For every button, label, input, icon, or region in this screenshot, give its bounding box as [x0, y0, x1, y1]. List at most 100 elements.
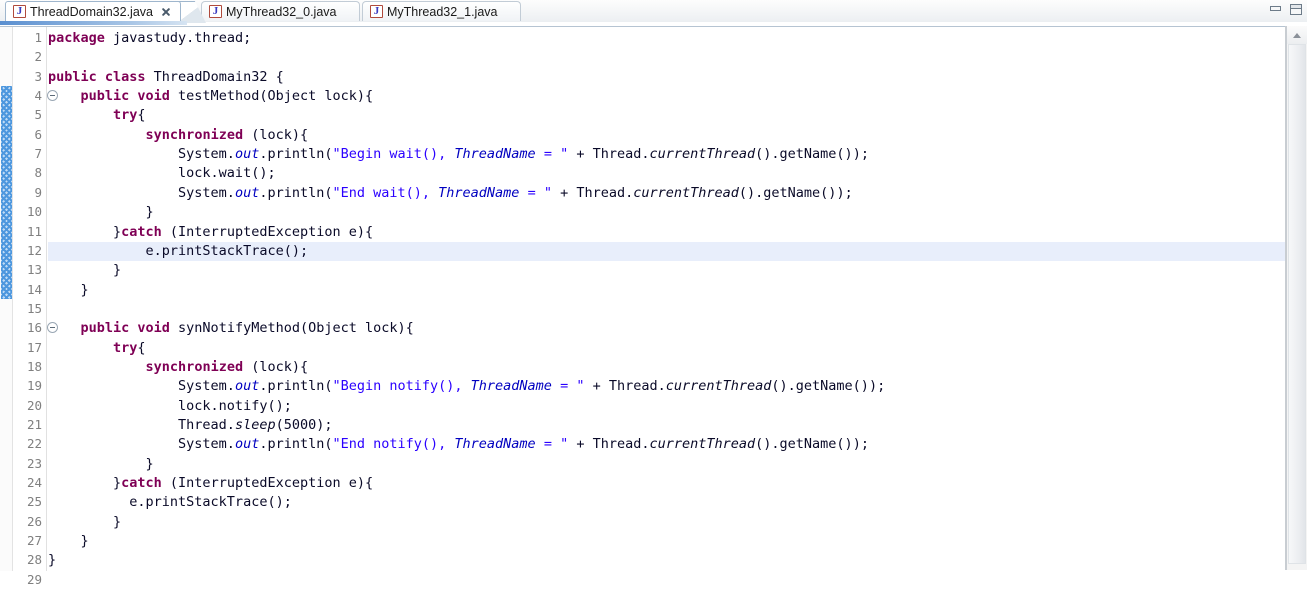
code-token: (InterruptedException e){ — [161, 223, 374, 240]
line-number: 4 — [34, 88, 42, 104]
scroll-up-arrow-icon[interactable] — [1287, 26, 1307, 44]
code-token: public void — [80, 320, 170, 337]
code-line[interactable]: } — [48, 532, 89, 551]
code-line[interactable]: lock.wait(); — [48, 164, 276, 183]
code-token: e.printStackTrace(); — [48, 242, 309, 259]
close-icon[interactable] — [160, 6, 172, 18]
code-line[interactable]: } — [48, 551, 56, 570]
code-text-area[interactable]: package javastudy.thread; public class Th… — [48, 27, 1285, 571]
code-token: "End notify(), — [332, 436, 455, 453]
code-line[interactable]: e.printStackTrace(); — [48, 242, 309, 261]
code-line[interactable]: public class ThreadDomain32 { — [48, 68, 284, 87]
line-number: 19 — [26, 378, 42, 394]
code-token: synchronized — [145, 126, 244, 143]
code-line[interactable]: } — [48, 261, 121, 280]
line-number: 21 — [26, 417, 42, 432]
code-token: } — [48, 455, 154, 472]
code-token: ThreadName — [454, 146, 536, 163]
code-line[interactable]: synchronized (lock){ — [48, 126, 309, 145]
editor-tab-0[interactable]: ThreadDomain32.java — [5, 1, 181, 21]
scrollbar-track[interactable] — [1287, 44, 1307, 570]
code-token: try — [113, 339, 138, 356]
code-line[interactable]: package javastudy.thread; — [48, 29, 251, 48]
code-token: catch — [121, 475, 162, 492]
code-token: Thread. — [48, 417, 235, 433]
code-line[interactable]: public void testMethod(Object lock){ — [48, 87, 374, 106]
code-token: out — [234, 378, 260, 395]
line-number: 28 — [26, 552, 42, 568]
code-token: "Begin wait(), — [332, 146, 455, 163]
code-token: ().getName()); — [771, 378, 886, 395]
code-line[interactable]: System.out.println("Begin wait(), Thread… — [48, 145, 869, 164]
code-token: (5000); — [275, 417, 333, 433]
line-number: 13 — [26, 262, 42, 278]
editor-tab-bar: ThreadDomain32.java MyThread32_0.java MyTh… — [0, 0, 1307, 25]
code-line[interactable]: try{ — [48, 106, 146, 125]
editor-tab-2[interactable]: MyThread32_1.java — [362, 1, 521, 21]
editor-tab-label: ThreadDomain32.java — [30, 4, 153, 19]
code-token: e.printStackTrace(); — [48, 494, 292, 511]
code-line[interactable]: lock.notify(); — [48, 397, 292, 416]
code-token: "Begin notify(), — [332, 378, 471, 395]
code-token: synNotifyMethod(Object lock){ — [169, 320, 414, 337]
code-token: public void — [80, 88, 170, 105]
code-line[interactable]: synchronized (lock){ — [48, 358, 309, 377]
scrollbar-thumb[interactable] — [1288, 44, 1306, 564]
line-number: 10 — [26, 204, 42, 220]
line-number: 17 — [26, 339, 42, 355]
code-token: ().getName()); — [738, 184, 853, 201]
editor-tab-1[interactable]: MyThread32_0.java — [201, 1, 360, 21]
code-line[interactable]: System.out.println("Begin notify(), Thre… — [48, 377, 885, 396]
code-line[interactable]: } — [48, 455, 154, 474]
minimize-icon[interactable] — [1269, 3, 1284, 16]
line-number: 18 — [26, 358, 42, 374]
code-token: ThreadName — [454, 436, 536, 453]
code-line[interactable]: public void synNotifyMethod(Object lock)… — [48, 319, 414, 338]
code-token: } — [48, 475, 122, 492]
code-token: } — [48, 513, 122, 530]
code-token: + Thread. — [551, 184, 634, 201]
code-token: synchronized — [145, 358, 244, 375]
code-token: ThreadName — [470, 378, 552, 395]
code-line[interactable]: try{ — [48, 339, 146, 358]
code-token: .println( — [259, 378, 333, 395]
code-token: } — [48, 533, 89, 550]
code-line[interactable]: System.out.println("End notify(), Thread… — [48, 435, 869, 454]
code-line[interactable]: } — [48, 281, 89, 300]
vertical-scrollbar[interactable] — [1286, 26, 1307, 570]
code-line[interactable]: e.printStackTrace(); — [48, 493, 292, 512]
maximize-icon[interactable] — [1289, 3, 1304, 16]
code-token: ThreadName — [438, 184, 520, 201]
line-number: 29 — [26, 571, 42, 587]
code-line[interactable]: } — [48, 513, 121, 532]
code-token: { — [137, 339, 146, 356]
code-line[interactable]: } — [48, 203, 154, 222]
line-number: 5 — [34, 107, 42, 123]
code-editor[interactable]: 1 2 3 4 5 6 7 8 9 10 11 12 13 14 15 16 17 18 19 20 21 22 23 24 2… — [0, 26, 1307, 587]
editor-tab-label: MyThread32_0.java — [226, 4, 337, 19]
code-token: = " — [551, 378, 585, 395]
window-buttons — [1269, 3, 1304, 16]
line-number: 2 — [34, 49, 42, 65]
code-token: System. — [48, 184, 235, 201]
code-token: .println( — [259, 146, 333, 163]
code-line[interactable]: }catch (InterruptedException e){ — [48, 223, 373, 242]
line-number: 6 — [34, 126, 42, 142]
code-token: testMethod(Object lock){ — [169, 88, 374, 105]
code-token: = " — [535, 146, 569, 163]
code-token: + Thread. — [568, 436, 650, 453]
quick-diff-change-bar — [0, 27, 13, 571]
line-number: 27 — [26, 533, 42, 549]
code-token: { — [137, 107, 146, 124]
code-line[interactable]: Thread.sleep(5000); — [48, 416, 332, 435]
active-tab-underline — [0, 21, 187, 25]
code-token: .println( — [259, 184, 333, 201]
code-token: currentThread — [665, 378, 772, 395]
code-line[interactable]: System.out.println("End wait(), ThreadNa… — [48, 184, 853, 203]
line-number: 3 — [34, 68, 42, 84]
code-line[interactable]: }catch (InterruptedException e){ — [48, 474, 373, 493]
